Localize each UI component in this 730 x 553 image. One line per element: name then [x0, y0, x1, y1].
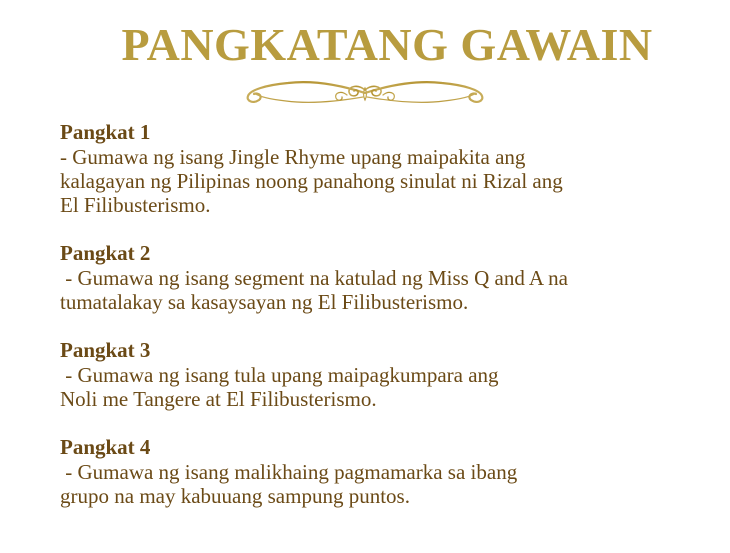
group-1: Pangkat 1 - Gumawa ng isang Jingle Rhyme… [60, 120, 700, 217]
group-text-line: grupo na may kabuuang sampung puntos. [60, 484, 410, 508]
group-2: Pangkat 2 - Gumawa ng isang segment na k… [60, 241, 700, 314]
group-4: Pangkat 4 - Gumawa ng isang malikhaing p… [60, 435, 700, 508]
group-heading: Pangkat 2 [60, 241, 151, 265]
group-heading: Pangkat 4 [60, 435, 151, 459]
slide-title: PANGKATANG GAWAIN [121, 19, 653, 70]
activity-list: Pangkat 1 - Gumawa ng isang Jingle Rhyme… [60, 120, 700, 532]
group-heading: Pangkat 1 [60, 120, 151, 144]
slide: PANGKATANG GAWAIN Pangkat 1 - Gumawa ng … [0, 0, 730, 553]
group-text-line: tumatalakay sa kasaysayan ng El Filibust… [60, 290, 469, 314]
group-text-line: Noli me Tangere at El Filibusterismo. [60, 387, 377, 411]
group-heading: Pangkat 3 [60, 338, 151, 362]
group-3: Pangkat 3 - Gumawa ng isang tula upang m… [60, 338, 700, 411]
group-text-line: El Filibusterismo. [60, 193, 211, 217]
group-text-line: - Gumawa ng isang malikhaing pagmamarka … [60, 460, 518, 484]
group-text-line: kalagayan ng Pilipinas noong panahong si… [60, 169, 563, 193]
gold-flourish-divider-icon [246, 81, 484, 103]
group-text-line: - Gumawa ng isang tula upang maipagkumpa… [60, 363, 499, 387]
group-text-line: - Gumawa ng isang segment na katulad ng … [60, 266, 568, 290]
group-text-line: - Gumawa ng isang Jingle Rhyme upang mai… [60, 145, 526, 169]
